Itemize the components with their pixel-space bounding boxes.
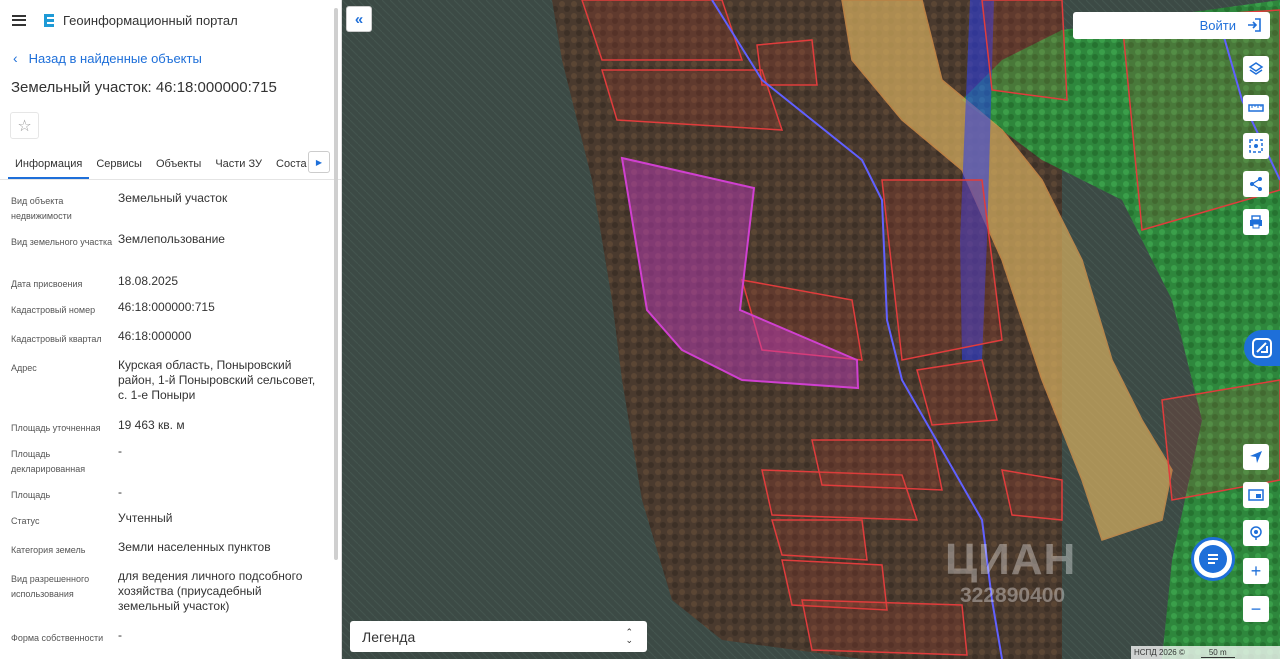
chat-button[interactable] [1191,537,1235,581]
property-value: Землепользование [118,232,225,246]
property-label: Кадастровый номер [11,305,96,315]
chevron-updown-icon: ⌃ ⌄ [625,627,633,645]
property-value: Земельный участок [118,191,228,205]
scale-bar: 50 m [1200,648,1235,658]
chat-icon [1199,545,1227,573]
zoom-in-icon: + [1250,560,1262,581]
property-label: Статус [11,516,40,526]
print-button[interactable] [1243,209,1269,235]
property-value: - [118,444,122,458]
star-icon: ☆ [17,117,32,135]
property-row: Категория земель Земли населенных пункто… [11,540,323,569]
tabs-scroll-right-button[interactable]: ▶ [308,151,330,173]
layers-icon [1248,62,1264,75]
page-title: Земельный участок: 46:18:000000:715 [11,79,277,96]
locate-button[interactable] [1243,444,1269,470]
map-canvas[interactable] [342,0,1280,659]
property-value: - [118,628,122,642]
property-value: 46:18:000000:715 [118,300,215,314]
app-title: Геоинформационный портал [63,12,238,28]
property-row: Вид объекта недвижимости Земельный участ… [11,191,323,232]
property-label: Площадь декларированная [11,449,86,474]
locate-icon [1250,451,1262,463]
property-label: Категория земель [11,545,86,555]
panel-header: Геоинформационный портал [0,0,341,40]
tab-bar: Информация Сервисы Объекты Части ЗУ Сост… [0,148,341,180]
property-row: Площадь уточненная 19 463 кв. м [11,418,323,444]
ruler-button[interactable] [1243,95,1269,121]
back-to-results-link[interactable]: ‹ Назад в найденные объекты [0,40,341,76]
zoom-in-button[interactable]: + [1243,558,1269,584]
property-value: для ведения личного подсобного хозяйства… [118,569,303,613]
property-value: Курская область, Поныровский район, 1-й … [118,358,316,402]
legend-dropdown[interactable]: Легенда ⌃ ⌄ [350,621,647,652]
property-label: Форма собственности [11,633,104,643]
panel-scrollbar[interactable] [334,8,338,560]
property-row: Кадастровый номер 46:18:000000:715 [11,300,323,329]
property-row: Площадь - [11,485,323,511]
tab-info[interactable]: Информация [8,148,90,179]
geo-search-button[interactable] [1243,520,1269,546]
login-label: Войти [1199,18,1236,33]
zoom-out-button[interactable]: − [1243,596,1269,622]
map-view[interactable] [342,0,1280,659]
property-label: Дата присвоения [11,279,83,289]
properties-list: Вид объекта недвижимости Земельный участ… [0,191,341,654]
property-label: Вид объекта недвижимости [11,196,72,221]
property-value: 18.08.2025 [118,274,179,288]
chevron-right-icon: ▶ [315,157,323,167]
property-label: Адрес [11,363,37,373]
property-row: Площадь декларированная - [11,444,323,485]
minimap-icon [1248,489,1264,501]
property-label: Вид разрешенного использования [11,574,90,599]
hamburger-icon[interactable] [12,14,26,26]
property-row: Вид земельного участка Землепользование [11,232,323,274]
watermark-logo: ЦИАН [945,535,1077,584]
watermark-id: 322890400 [960,584,1066,607]
tab-services[interactable]: Сервисы [89,148,149,179]
share-icon [1250,177,1262,191]
geo-search-icon [1250,526,1262,540]
property-row: Адрес Курская область, Поныровский район… [11,358,323,418]
tab-objects[interactable]: Объекты [149,148,208,179]
tab-composition[interactable]: Соста [269,148,314,179]
collapse-panel-button[interactable]: « [346,6,372,32]
print-icon [1250,215,1262,229]
property-label: Кадастровый квартал [11,334,102,344]
legend-label: Легенда [362,628,416,645]
minimap-button[interactable] [1243,482,1269,508]
select-area-button[interactable] [1243,133,1269,159]
share-button[interactable] [1243,171,1269,197]
portal-logo-icon [44,14,54,27]
property-row: Форма собственности - [11,628,323,654]
chevron-left-icon: ‹ [13,50,18,66]
property-row: Статус Учтенный [11,511,323,540]
login-icon [1248,18,1261,32]
assistant-badge-button[interactable] [1244,330,1280,366]
property-value: 46:18:000000 [118,329,192,343]
tab-parts[interactable]: Части ЗУ [208,148,269,179]
property-label: Вид земельного участка [11,237,113,247]
zoom-out-icon: − [1250,598,1262,619]
property-value: Земли населенных пунктов [118,540,271,554]
property-row: Кадастровый квартал 46:18:000000 [11,329,323,358]
property-label: Площадь [11,490,51,500]
property-row: Дата присвоения 18.08.2025 [11,274,323,300]
attribution-text: НСПД 2026 © [1134,648,1185,657]
login-button[interactable]: Войти [1073,12,1270,39]
favorite-button[interactable]: ☆ [10,112,39,139]
select-area-icon [1249,139,1263,153]
map-attribution: НСПД 2026 © 50 m [1131,646,1280,659]
back-link-label: Назад в найденные объекты [28,50,202,66]
double-chevron-left-icon: « [354,10,364,28]
info-panel: Геоинформационный портал ‹ Назад в найде… [0,0,342,659]
property-label: Площадь уточненная [11,423,101,433]
ruler-icon [1248,104,1264,112]
layers-button[interactable] [1243,56,1269,82]
property-value: Учтенный [118,511,173,525]
property-row: Вид разрешенного использования для веден… [11,569,323,628]
property-value: 19 463 кв. м [118,418,185,432]
assistant-icon [1252,338,1272,358]
property-value: - [118,485,122,499]
